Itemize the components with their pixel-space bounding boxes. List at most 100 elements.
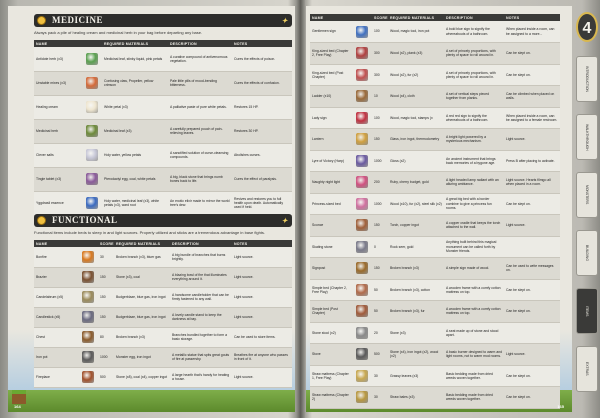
cell-name: Bonfire — [34, 247, 78, 268]
cell-notes: Can be used to store items. — [232, 327, 292, 348]
cell-description: An exotic elixir made to mirror the worl… — [168, 191, 232, 216]
chapter-tab[interactable]: WALKTHROUGH — [576, 114, 598, 160]
item-icon — [356, 197, 368, 210]
cell-notes: Can be slept on. — [504, 64, 560, 86]
cell-notes: Restores 30 HP. — [232, 119, 292, 144]
cell-materials: Grassy leaves (x3) — [388, 365, 444, 387]
section-badge-icon — [37, 16, 46, 25]
table-row: Stove 500 Stone (x4), iron ingot (x2), woo… — [310, 343, 560, 366]
item-image-cell — [82, 95, 102, 120]
item-icon — [356, 240, 368, 253]
cell-notes: Cures the effect of paralysis. — [232, 167, 292, 192]
cell-materials: Ruby, cherry budget, gold — [388, 171, 444, 194]
item-icon — [86, 149, 98, 161]
item-image-cell — [82, 167, 102, 192]
cell-materials: Broken branch (x3) — [114, 327, 170, 348]
cell-score: 150 — [372, 257, 388, 280]
cell-name: Princess-sized bed — [310, 193, 352, 215]
cell-name: Fireplace — [34, 367, 78, 388]
cell-score: 50 — [372, 300, 388, 323]
item-image-cell — [352, 107, 372, 129]
cell-notes: Can be slept on. — [504, 365, 560, 387]
cell-score: 300 — [372, 64, 388, 86]
cell-score: 150 — [98, 307, 114, 328]
chapter-tab[interactable]: BUILDING — [576, 230, 598, 276]
cell-name: Straw mattress (Chapter 1, Free Play) — [310, 365, 352, 387]
cell-description: A set of princely proportions, with plen… — [444, 42, 504, 65]
chapter-tab[interactable]: EXTRAS — [576, 346, 598, 392]
item-icon — [82, 371, 94, 383]
item-image-cell — [78, 247, 98, 268]
item-image-cell — [352, 386, 372, 409]
table-row: Simple bed (Post Chapter) 50 Broken branch… — [310, 300, 560, 323]
left-page: MEDICINE ✦ Always pack a pile of healing… — [8, 6, 295, 412]
item-icon — [82, 311, 94, 323]
cell-score: 500 — [98, 367, 114, 388]
item-image-cell — [82, 119, 102, 144]
item-icon — [356, 154, 368, 167]
cell-name: Unstable mixes (x3) — [34, 71, 82, 96]
table-row: Tingle tablet (x3) Pterodactyl egg, coal,… — [34, 167, 292, 192]
functional-table-continued: NAME SCORE REQUIRED MATERIALS DESCRIPTION NO… — [310, 14, 560, 409]
item-image-cell — [352, 322, 372, 344]
medicine-table: NAME REQUIRED MATERIALS DESCRIPTION NOTES A… — [34, 40, 292, 216]
cell-score: 80 — [98, 327, 114, 348]
cell-notes: Light source. — [504, 343, 560, 366]
cell-materials: Holy water, medicinal leaf (x3), white p… — [102, 191, 168, 216]
cell-score: 1000 — [372, 150, 388, 172]
cell-description: Basic bedding made from dried weeds wove… — [444, 386, 504, 409]
item-icon — [356, 348, 368, 361]
item-image-cell — [352, 300, 372, 323]
item-icon — [86, 173, 98, 185]
table-row: Stone stool (x2) 20 Stone (x3) A seat made … — [310, 322, 560, 344]
game-logo-icon: ✦ — [281, 217, 288, 225]
item-icon — [356, 305, 368, 318]
cell-name: Lantern — [310, 128, 352, 151]
table-row: Gentlemen sign 100 Wood, magic tool, iron … — [310, 21, 560, 43]
item-image-cell — [352, 42, 372, 65]
item-image-cell — [78, 327, 98, 348]
cell-materials: Broken branch (x3), bluer gas — [114, 247, 170, 268]
cell-materials: Stone (x4), iron ingot (x2), wood (x2) — [388, 343, 444, 366]
cell-score: 30 — [372, 365, 388, 387]
cell-score: 200 — [372, 171, 388, 194]
cell-notes: Can be climbed when placed on walls. — [504, 85, 560, 108]
item-image-cell — [78, 347, 98, 368]
chapter-tab-label: EXTRAS — [585, 362, 589, 376]
cell-notes: Press B after placing to activate. — [504, 150, 560, 172]
cell-materials: Medicinal leaf (x3) — [102, 119, 168, 144]
cell-score: 100 — [372, 107, 388, 129]
item-icon — [82, 291, 94, 303]
cell-materials: Stone (x3) — [388, 322, 444, 344]
item-icon — [356, 90, 368, 103]
table-row: King-sized bed (Post Chapter) 300 Wood (x2… — [310, 64, 560, 86]
cell-materials: Medicinal leaf, stinky liquid, pink peta… — [102, 47, 168, 72]
cell-description: A simple sign made of wood. — [444, 257, 504, 280]
cell-notes: Light source. — [232, 267, 292, 288]
cell-materials: Gloss (x2) — [388, 150, 444, 172]
chapter-tab[interactable]: MONSTERS — [576, 172, 598, 218]
item-icon — [86, 125, 98, 137]
cell-materials: Confusing claw, Propeller, yellow crimso… — [102, 71, 168, 96]
cell-notes: When placed inside a room, can be assign… — [504, 107, 560, 129]
cell-name: Stone stool (x2) — [310, 322, 352, 344]
cell-score: 50 — [372, 279, 388, 301]
section-title-functional: FUNCTIONAL — [52, 215, 118, 225]
cell-name: Iron pot — [34, 347, 78, 368]
chapter-tab[interactable]: ITEMS — [576, 288, 598, 334]
cell-notes: Light source. — [232, 287, 292, 308]
chapter-tab[interactable]: INTRODUCTION — [576, 56, 598, 102]
page-number-left: 164 — [14, 404, 21, 409]
table-row: Signpost 150 Broken branch (x3) A simple si… — [310, 257, 560, 280]
cell-notes: Light source. — [232, 307, 292, 328]
cell-description: A bold blue sign to signify the whereabo… — [444, 21, 504, 43]
item-icon — [356, 68, 368, 81]
cell-materials: White petal (x3) — [102, 95, 168, 120]
cell-score: 20 — [372, 322, 388, 344]
item-icon — [82, 331, 94, 343]
cell-name: Candlestick (x5) — [34, 307, 78, 328]
table-row: Antidote herb (x3) Medicinal leaf, stinky… — [34, 47, 292, 72]
chapter-tab-label: BUILDING — [585, 244, 589, 261]
cell-notes: When placed inside a room, can be assign… — [504, 21, 560, 43]
cell-description: A basic burner designed to warm and ligh… — [444, 343, 504, 366]
